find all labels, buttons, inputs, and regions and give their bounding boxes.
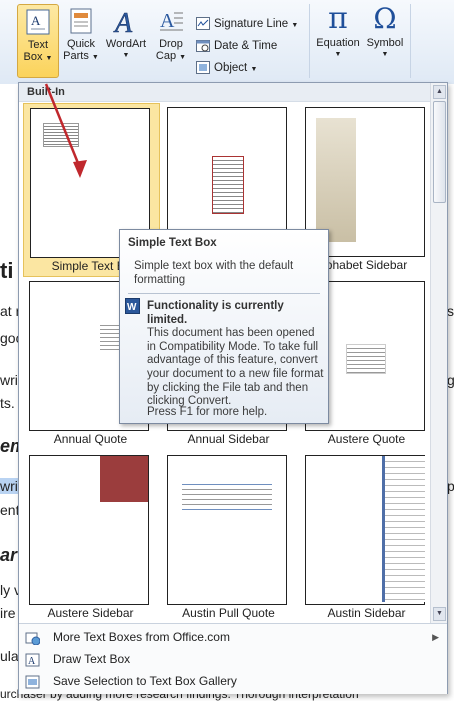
word-warning-icon: W: [125, 298, 140, 314]
tooltip: Simple Text Box Simple text box with the…: [119, 229, 329, 424]
tooltip-title: Simple Text Box: [128, 237, 217, 249]
svg-text:W: W: [127, 302, 137, 313]
tooltip-description: Simple text box with the default formatt…: [134, 260, 294, 286]
tooltip-help: Press F1 for more help.: [147, 406, 268, 418]
tooltip-warning-title: Functionality is currently limited.: [147, 300, 284, 326]
tooltip-warning: Functionality is currently limited. This…: [147, 300, 325, 409]
tooltip-warning-body: This document has been opened in Compati…: [147, 327, 324, 408]
tooltip-separator: [128, 293, 320, 294]
